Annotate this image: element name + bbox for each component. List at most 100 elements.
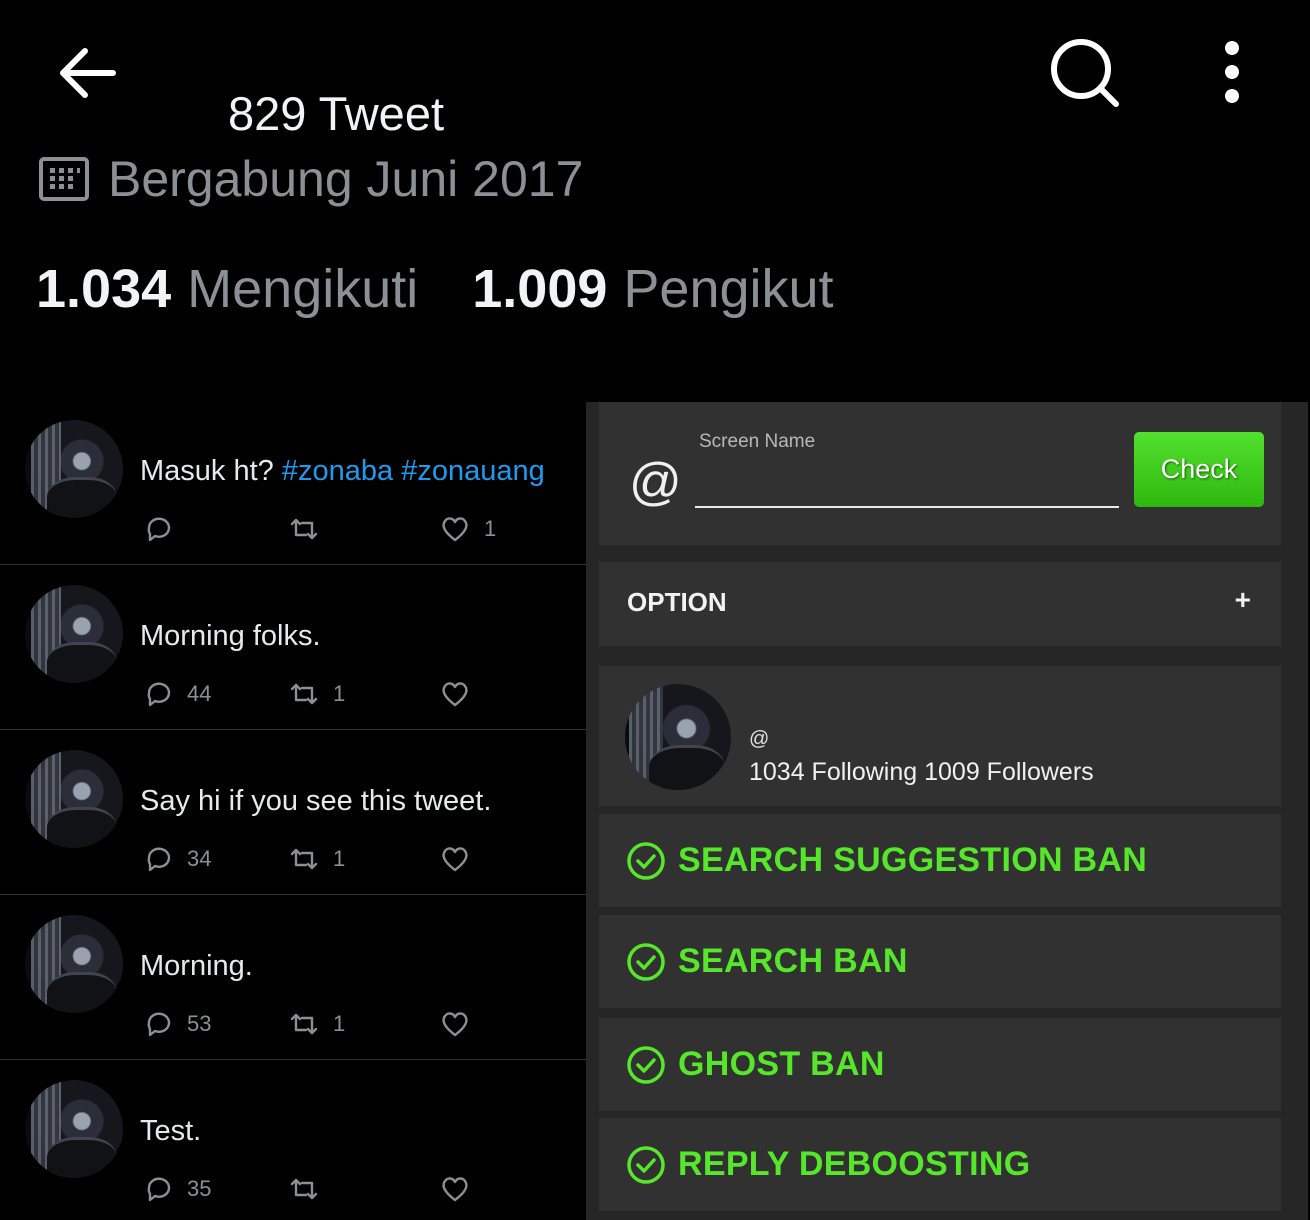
result-label: REPLY DEBOOSTING xyxy=(678,1145,1031,1183)
profile-summary: @ 1034 Following 1009 Followers xyxy=(599,666,1281,806)
like-button[interactable] xyxy=(440,842,484,876)
option-title: OPTION xyxy=(627,587,727,617)
retweet-button[interactable] xyxy=(289,512,333,546)
tweet-actions: 1 xyxy=(143,512,563,546)
joined-date: Bergabung Juni 2017 xyxy=(38,150,583,208)
reply-button[interactable]: 34 xyxy=(143,842,211,876)
reply-button[interactable] xyxy=(143,512,187,546)
like-count: 1 xyxy=(484,516,497,541)
followers-label: Pengikut xyxy=(623,259,834,319)
reply-icon xyxy=(147,847,171,872)
tweet-text: Say hi if you see this tweet. xyxy=(140,785,492,817)
tweet-actions: 34 1 xyxy=(143,842,563,876)
retweet-icon xyxy=(290,683,318,705)
retweet-icon xyxy=(290,1013,318,1035)
reply-icon xyxy=(147,1012,171,1037)
hashtag-link[interactable]: #zonauang xyxy=(401,455,545,487)
follow-stats: 1.034 Mengikuti 1.009 Pengikut xyxy=(36,258,834,320)
like-button[interactable] xyxy=(440,1007,484,1041)
tweet-item[interactable]: Morning. 53 1 xyxy=(0,895,586,1060)
check-circle-icon xyxy=(627,1045,665,1084)
avatar[interactable] xyxy=(25,420,123,518)
search-icon[interactable] xyxy=(1048,36,1122,110)
result-label: SEARCH SUGGESTION BAN xyxy=(678,841,1148,879)
retweet-icon xyxy=(290,848,318,870)
screen-name-label: Screen Name xyxy=(699,431,816,452)
retweet-icon xyxy=(290,518,318,540)
retweet-button[interactable] xyxy=(289,1172,333,1206)
tweet-item[interactable]: Masuk ht? #zonaba #zonauang 1 xyxy=(0,400,586,565)
like-button[interactable] xyxy=(440,677,484,711)
tweet-item[interactable]: Say hi if you see this tweet. 34 1 xyxy=(0,730,586,895)
avatar xyxy=(625,684,731,790)
result-label: SEARCH BAN xyxy=(678,942,908,980)
heart-icon xyxy=(442,1012,468,1037)
check-circle-icon xyxy=(627,1145,665,1184)
avatar[interactable] xyxy=(25,585,123,683)
following-link[interactable]: 1.034 Mengikuti xyxy=(36,258,418,320)
hashtag-link[interactable]: #zonaba xyxy=(282,455,393,487)
reply-button[interactable]: 35 xyxy=(143,1172,211,1206)
result-reply-deboosting: REPLY DEBOOSTING xyxy=(599,1118,1281,1211)
heart-icon xyxy=(442,847,468,872)
tweet-actions: 35 xyxy=(143,1172,563,1206)
reply-icon xyxy=(147,517,171,542)
tweet-text: Test. xyxy=(140,1115,202,1147)
profile-handle: @ xyxy=(749,728,770,750)
avatar[interactable] xyxy=(25,750,123,848)
screen-name-form: @ Screen Name Check xyxy=(599,402,1281,545)
reply-count: 35 xyxy=(187,1176,212,1201)
following-label: Mengikuti xyxy=(187,259,419,319)
retweet-icon xyxy=(290,1178,318,1200)
reply-icon xyxy=(147,682,171,707)
tweet-list: Masuk ht? #zonaba #zonauang 1 Morning fo… xyxy=(0,400,586,1220)
result-search-suggestion-ban: SEARCH SUGGESTION BAN xyxy=(599,814,1281,907)
check-circle-icon xyxy=(627,942,665,981)
avatar[interactable] xyxy=(25,1080,123,1178)
followers-link[interactable]: 1.009 Pengikut xyxy=(472,258,833,320)
reply-button[interactable]: 53 xyxy=(143,1007,211,1041)
retweet-button[interactable]: 1 xyxy=(289,677,345,711)
joined-text: Bergabung Juni 2017 xyxy=(108,151,584,207)
retweet-button[interactable]: 1 xyxy=(289,1007,345,1041)
like-button[interactable] xyxy=(440,1172,484,1206)
tweet-item[interactable]: Morning folks. 44 1 xyxy=(0,565,586,730)
profile-header: 829 Tweet Bergabung Juni 2017 1.034 Meng… xyxy=(0,0,1310,400)
reply-icon xyxy=(147,1177,171,1202)
screen-name-input[interactable] xyxy=(695,466,1119,508)
retweet-count: 1 xyxy=(333,681,346,706)
retweet-button[interactable]: 1 xyxy=(289,842,345,876)
retweet-count: 1 xyxy=(333,1011,346,1036)
check-circle-icon xyxy=(627,841,665,880)
tweet-text: Masuk ht? #zonaba #zonauang xyxy=(140,455,545,487)
heart-icon xyxy=(442,517,468,542)
back-arrow-icon[interactable] xyxy=(55,42,121,104)
tweet-count: 829 Tweet xyxy=(228,87,445,140)
heart-icon xyxy=(442,682,468,707)
tweet-text: Morning folks. xyxy=(140,620,321,652)
avatar[interactable] xyxy=(25,915,123,1013)
profile-stats: 1034 Following 1009 Followers xyxy=(749,758,1094,786)
reply-button[interactable]: 44 xyxy=(143,677,211,711)
result-ghost-ban: GHOST BAN xyxy=(599,1018,1281,1111)
more-vertical-icon[interactable] xyxy=(1208,36,1256,108)
shadowban-checker-panel: @ Screen Name Check OPTION + @ 1034 Foll… xyxy=(586,402,1308,1220)
reply-count: 34 xyxy=(187,846,212,871)
check-button[interactable]: Check xyxy=(1134,432,1264,507)
at-sign: @ xyxy=(629,453,682,511)
retweet-count: 1 xyxy=(333,846,346,871)
like-button[interactable]: 1 xyxy=(440,512,496,546)
tweet-actions: 44 1 xyxy=(143,677,563,711)
tweet-item[interactable]: Test. 35 xyxy=(0,1060,586,1220)
following-count: 1.034 xyxy=(36,259,172,319)
result-search-ban: SEARCH BAN xyxy=(599,915,1281,1008)
plus-icon: + xyxy=(1234,584,1251,615)
tweet-text: Morning. xyxy=(140,950,253,982)
calendar-icon xyxy=(39,157,89,201)
result-label: GHOST BAN xyxy=(678,1045,885,1083)
heart-icon xyxy=(442,1177,468,1202)
tweet-actions: 53 1 xyxy=(143,1007,563,1041)
reply-count: 53 xyxy=(187,1011,212,1036)
option-toggle[interactable]: OPTION + xyxy=(599,562,1281,646)
reply-count: 44 xyxy=(187,681,212,706)
